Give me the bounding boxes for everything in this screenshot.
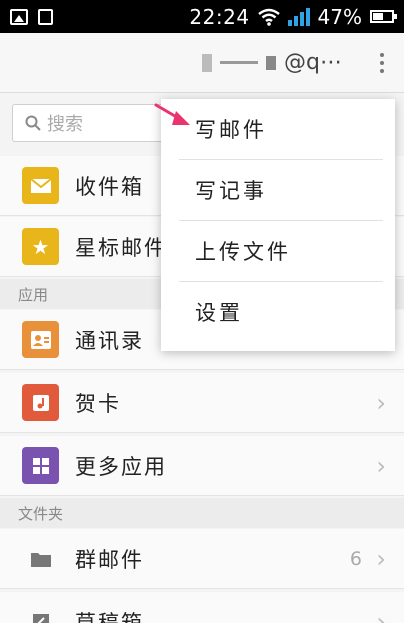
list-item-label: 星标邮件 [75,235,167,260]
list-item-more-apps[interactable]: 更多应用 › [0,436,404,496]
list-item-label: 更多应用 [75,454,167,479]
menu-item-write-note[interactable]: 写记事 [179,160,383,221]
menu-item-upload-file[interactable]: 上传文件 [179,221,383,282]
chevron-right-icon: › [376,607,386,623]
list-item-label: 群邮件 [75,547,144,572]
gallery-icon [10,8,28,25]
popup-menu: 写邮件 写记事 上传文件 设置 [161,99,395,351]
account-name[interactable]: @q⋯ [202,50,342,75]
status-right: 22:24 47% [189,4,397,29]
list-item-drafts[interactable]: 草稿箱 › [0,592,404,623]
redacted-block [202,53,213,72]
document-icon [38,8,53,25]
list-item-label: 草稿箱 [75,610,144,623]
chevron-right-icon: › [376,451,386,480]
redacted-block [220,61,259,64]
status-bar: 22:24 47% [0,0,404,33]
star-icon: ★ [22,228,59,265]
envelope-icon [22,167,59,204]
section-header-folders: 文件夹 [0,498,404,528]
battery-percent: 47% [317,4,362,29]
account-email: @q⋯ [284,50,342,75]
clock: 22:24 [189,4,250,29]
menu-item-settings[interactable]: 设置 [179,282,383,342]
pointer-arrow-icon [154,103,190,125]
chevron-right-icon: › [376,388,386,417]
menu-item-compose-mail[interactable]: 写邮件 [179,99,383,160]
app-header: @q⋯ [0,33,404,93]
draft-icon [22,603,59,623]
wifi-icon [257,8,280,26]
redacted-block [266,55,277,70]
list-item-label: 贺卡 [75,391,121,416]
section-label: 应用 [18,285,49,304]
search-icon [25,115,41,131]
battery-icon [370,10,397,23]
chevron-right-icon: › [376,544,386,573]
list-item-label: 收件箱 [75,174,144,199]
overflow-menu-icon[interactable] [380,52,384,73]
notification-icons [10,8,53,25]
grid-icon [22,447,59,484]
section-label: 文件夹 [18,504,64,523]
screen: 22:24 47% @q⋯ 搜索 收件箱 ★ 星标邮件 应用 通讯录 贺卡 › … [0,0,404,623]
list-item-card[interactable]: 贺卡 › [0,373,404,433]
signal-icon [287,7,310,26]
folder-icon [22,540,59,577]
list-item-label: 通讯录 [75,328,144,353]
search-placeholder: 搜索 [47,114,83,135]
list-item-group-mail[interactable]: 群邮件 6 › [0,529,404,589]
card-icon [22,384,59,421]
unread-count: 6 [349,547,362,570]
contacts-icon [22,321,59,358]
